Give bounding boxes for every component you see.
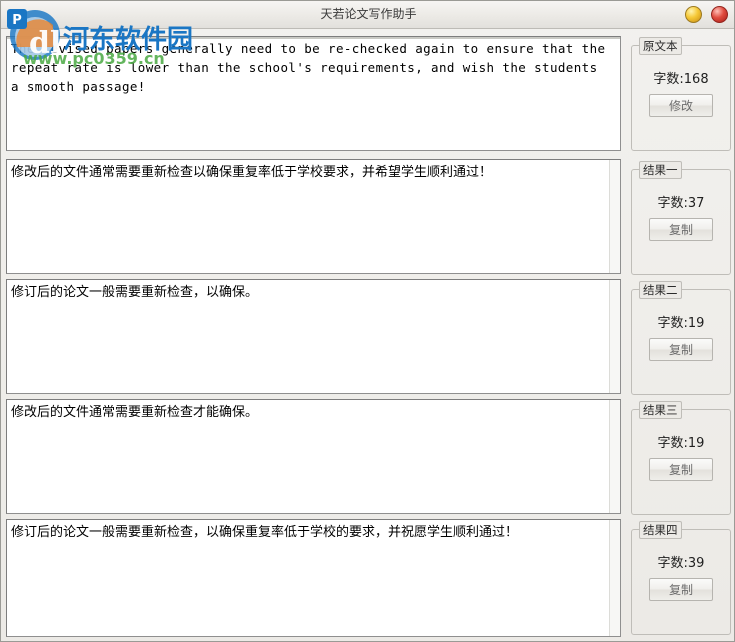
panel-result-two-legend: 结果二 [639, 281, 682, 299]
panel-result-one-count: 字数:37 [657, 196, 705, 211]
result-four-scrollbar[interactable] [609, 520, 620, 636]
result-three-scrollbar[interactable] [609, 400, 620, 513]
panel-result-three-legend: 结果三 [639, 401, 682, 419]
result-four-editor[interactable]: 修订后的论文一般需要重新检查，以确保重复率低于学校的要求，并祝愿学生顺利通过！ [6, 519, 621, 637]
modify-button[interactable]: 修改 [649, 94, 713, 117]
result-two-editor[interactable]: 修订后的论文一般需要重新检查，以确保。 [6, 279, 621, 394]
copy-result-four-button[interactable]: 复制 [649, 578, 713, 601]
close-button[interactable] [711, 6, 728, 23]
result-three-editor[interactable]: 修改后的文件通常需要重新检查才能确保。 [6, 399, 621, 514]
panel-result-three-count: 字数:19 [657, 436, 705, 451]
result-two-content: 修订后的论文一般需要重新检查，以确保。 [11, 285, 259, 300]
result-one-content: 修改后的文件通常需要重新检查以确保重复率低于学校要求，并希望学生顺利通过！ [11, 165, 493, 180]
result-four-content: 修订后的论文一般需要重新检查，以确保重复率低于学校的要求，并祝愿学生顺利通过！ [11, 525, 519, 540]
result-two-scrollbar[interactable] [609, 280, 620, 393]
original-text-editor[interactable]: The revised papers generally need to be … [6, 36, 621, 151]
panel-result-two: 结果二 字数:19 复制 [631, 281, 731, 395]
panel-original-text-count: 字数:168 [653, 72, 709, 87]
application-window: 天若论文写作助手 P dl 河东软件园 www.pc0359.cn The re… [0, 0, 735, 642]
panel-result-four: 结果四 字数:39 复制 [631, 521, 731, 635]
copy-result-one-button[interactable]: 复制 [649, 218, 713, 241]
copy-result-three-button[interactable]: 复制 [649, 458, 713, 481]
panel-original-text: 原文本 字数:168 修改 [631, 37, 731, 151]
panel-original-text-legend: 原文本 [639, 37, 682, 55]
panel-result-two-count: 字数:19 [657, 316, 705, 331]
minimize-button[interactable] [685, 6, 702, 23]
window-controls [685, 6, 728, 23]
panel-result-four-legend: 结果四 [639, 521, 682, 539]
copy-result-two-button[interactable]: 复制 [649, 338, 713, 361]
result-one-editor[interactable]: 修改后的文件通常需要重新检查以确保重复率低于学校要求，并希望学生顺利通过！ [6, 159, 621, 274]
panel-result-one-legend: 结果一 [639, 161, 682, 179]
panel-result-one: 结果一 字数:37 复制 [631, 161, 731, 275]
window-title: 天若论文写作助手 [320, 7, 417, 21]
panel-result-three: 结果三 字数:19 复制 [631, 401, 731, 515]
result-three-content: 修改后的文件通常需要重新检查才能确保。 [11, 405, 259, 420]
panel-result-four-count: 字数:39 [657, 556, 705, 571]
result-one-scrollbar[interactable] [609, 160, 620, 273]
title-bar: 天若论文写作助手 [1, 1, 734, 29]
original-text-content: The revised papers generally need to be … [11, 41, 606, 94]
